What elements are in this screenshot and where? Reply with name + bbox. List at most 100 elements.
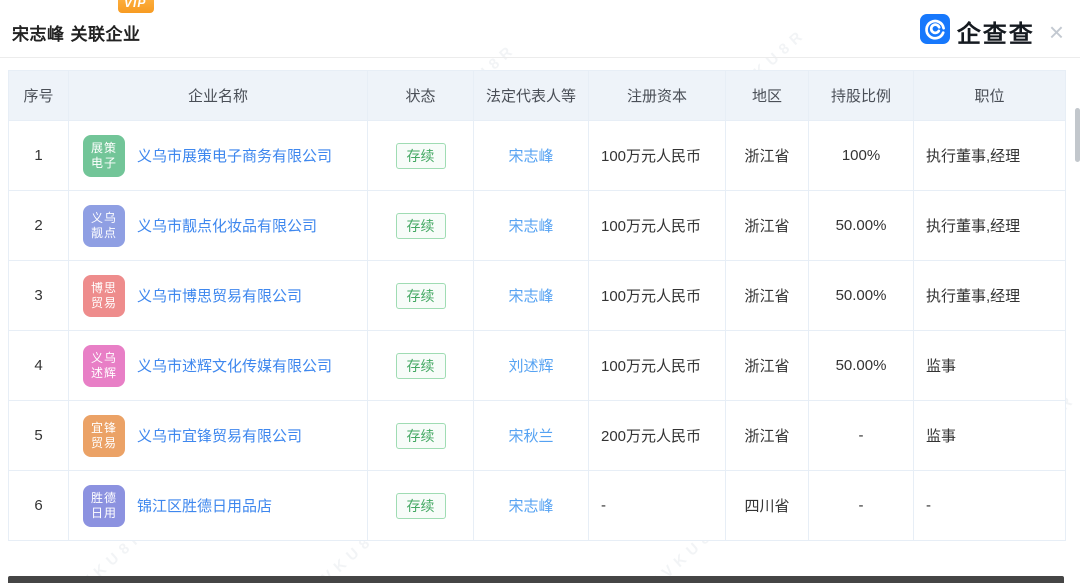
page-title: 宋志峰关联企业	[12, 20, 141, 45]
share-ratio-cell: -	[809, 401, 914, 471]
status-badge: 存续	[396, 493, 446, 519]
column-header-legal_rep: 法定代表人等	[474, 71, 589, 121]
company-cell: 宜锋贸易义乌市宜锋贸易有限公司	[69, 401, 368, 471]
status-badge: 存续	[396, 283, 446, 309]
column-header-index: 序号	[9, 71, 69, 121]
region-cell: 浙江省	[726, 401, 809, 471]
position-cell: -	[914, 471, 1066, 541]
region-cell: 浙江省	[726, 261, 809, 331]
column-header-company: 企业名称	[69, 71, 368, 121]
company-cell: 义乌述辉义乌市述辉文化传媒有限公司	[69, 331, 368, 401]
company-cell: 展策电子义乌市展策电子商务有限公司	[69, 121, 368, 191]
position-cell: 监事	[914, 401, 1066, 471]
share-ratio-cell: -	[809, 471, 914, 541]
share-ratio-cell: 100%	[809, 121, 914, 191]
status-badge: 存续	[396, 353, 446, 379]
share-ratio-cell: 50.00%	[809, 191, 914, 261]
legal-rep-cell: 宋秋兰	[474, 401, 589, 471]
company-logo-badge: 宜锋贸易	[83, 415, 125, 457]
legal-rep-link[interactable]: 宋志峰	[508, 148, 553, 165]
close-icon[interactable]: ×	[1049, 19, 1064, 45]
modal-header: VIP 宋志峰关联企业 企查查 ×	[0, 0, 1080, 58]
serial-cell: 1	[9, 121, 69, 191]
legal-rep-cell: 宋志峰	[474, 261, 589, 331]
status-cell: 存续	[368, 261, 474, 331]
capital-cell: 100万元人民币	[589, 191, 726, 261]
title-suffix: 关联企业	[71, 25, 141, 44]
related-companies-table: 序号企业名称状态法定代表人等注册资本地区持股比例职位 1展策电子义乌市展策电子商…	[8, 70, 1065, 541]
company-name-link[interactable]: 义乌市述辉文化传媒有限公司	[137, 355, 332, 376]
legal-rep-cell: 刘述辉	[474, 331, 589, 401]
status-cell: 存续	[368, 191, 474, 261]
table-header-row: 序号企业名称状态法定代表人等注册资本地区持股比例职位	[9, 71, 1066, 121]
company-name-link[interactable]: 锦江区胜德日用品店	[137, 495, 272, 516]
table-row: 6胜德日用锦江区胜德日用品店存续宋志峰-四川省--	[9, 471, 1066, 541]
capital-cell: 100万元人民币	[589, 261, 726, 331]
table-row: 2义乌靓点义乌市靓点化妆品有限公司存续宋志峰100万元人民币浙江省50.00%执…	[9, 191, 1066, 261]
legal-rep-link[interactable]: 刘述辉	[508, 358, 553, 375]
table-row: 3博思贸易义乌市博思贸易有限公司存续宋志峰100万元人民币浙江省50.00%执行…	[9, 261, 1066, 331]
capital-cell: -	[589, 471, 726, 541]
serial-cell: 5	[9, 401, 69, 471]
column-header-region: 地区	[726, 71, 809, 121]
legal-rep-cell: 宋志峰	[474, 121, 589, 191]
position-cell: 执行董事,经理	[914, 121, 1066, 191]
company-name-link[interactable]: 义乌市靓点化妆品有限公司	[137, 215, 317, 236]
region-cell: 浙江省	[726, 331, 809, 401]
legal-rep-link[interactable]: 宋志峰	[508, 288, 553, 305]
company-logo-badge: 义乌述辉	[83, 345, 125, 387]
company-logo-badge: 展策电子	[83, 135, 125, 177]
status-cell: 存续	[368, 471, 474, 541]
region-cell: 浙江省	[726, 121, 809, 191]
company-cell: 博思贸易义乌市博思贸易有限公司	[69, 261, 368, 331]
serial-cell: 3	[9, 261, 69, 331]
region-cell: 四川省	[726, 471, 809, 541]
capital-cell: 100万元人民币	[589, 121, 726, 191]
status-cell: 存续	[368, 121, 474, 191]
related-companies-modal: EVKU8REVKU8REVKU8REVKU8REVKU8REVKU8REVKU…	[0, 0, 1080, 583]
region-cell: 浙江省	[726, 191, 809, 261]
status-cell: 存续	[368, 401, 474, 471]
legal-rep-cell: 宋志峰	[474, 471, 589, 541]
legal-rep-link[interactable]: 宋志峰	[508, 218, 553, 235]
position-cell: 执行董事,经理	[914, 191, 1066, 261]
status-cell: 存续	[368, 331, 474, 401]
status-badge: 存续	[396, 423, 446, 449]
legal-rep-cell: 宋志峰	[474, 191, 589, 261]
share-ratio-cell: 50.00%	[809, 261, 914, 331]
brand-name: 企查查	[957, 14, 1035, 49]
qichacha-logo-icon	[920, 14, 950, 49]
table-row: 4义乌述辉义乌市述辉文化传媒有限公司存续刘述辉100万元人民币浙江省50.00%…	[9, 331, 1066, 401]
table-row: 1展策电子义乌市展策电子商务有限公司存续宋志峰100万元人民币浙江省100%执行…	[9, 121, 1066, 191]
status-badge: 存续	[396, 213, 446, 239]
company-cell: 胜德日用锦江区胜德日用品店	[69, 471, 368, 541]
vip-badge: VIP	[118, 0, 154, 13]
column-header-position: 职位	[914, 71, 1066, 121]
position-cell: 执行董事,经理	[914, 261, 1066, 331]
share-ratio-cell: 50.00%	[809, 331, 914, 401]
column-header-share: 持股比例	[809, 71, 914, 121]
status-badge: 存续	[396, 143, 446, 169]
person-name: 宋志峰	[12, 25, 65, 44]
company-logo-badge: 博思贸易	[83, 275, 125, 317]
table-row: 5宜锋贸易义乌市宜锋贸易有限公司存续宋秋兰200万元人民币浙江省-监事	[9, 401, 1066, 471]
qichacha-brand[interactable]: 企查查	[920, 14, 1035, 49]
position-cell: 监事	[914, 331, 1066, 401]
column-header-status: 状态	[368, 71, 474, 121]
capital-cell: 100万元人民币	[589, 331, 726, 401]
background-page-edge	[8, 576, 1064, 583]
serial-cell: 6	[9, 471, 69, 541]
serial-cell: 4	[9, 331, 69, 401]
column-header-capital: 注册资本	[589, 71, 726, 121]
company-logo-badge: 胜德日用	[83, 485, 125, 527]
company-name-link[interactable]: 义乌市博思贸易有限公司	[137, 285, 302, 306]
company-logo-badge: 义乌靓点	[83, 205, 125, 247]
company-name-link[interactable]: 义乌市展策电子商务有限公司	[137, 145, 332, 166]
legal-rep-link[interactable]: 宋秋兰	[508, 428, 553, 445]
company-cell: 义乌靓点义乌市靓点化妆品有限公司	[69, 191, 368, 261]
capital-cell: 200万元人民币	[589, 401, 726, 471]
company-name-link[interactable]: 义乌市宜锋贸易有限公司	[137, 425, 302, 446]
scrollbar-thumb[interactable]	[1075, 108, 1080, 162]
legal-rep-link[interactable]: 宋志峰	[508, 498, 553, 515]
serial-cell: 2	[9, 191, 69, 261]
